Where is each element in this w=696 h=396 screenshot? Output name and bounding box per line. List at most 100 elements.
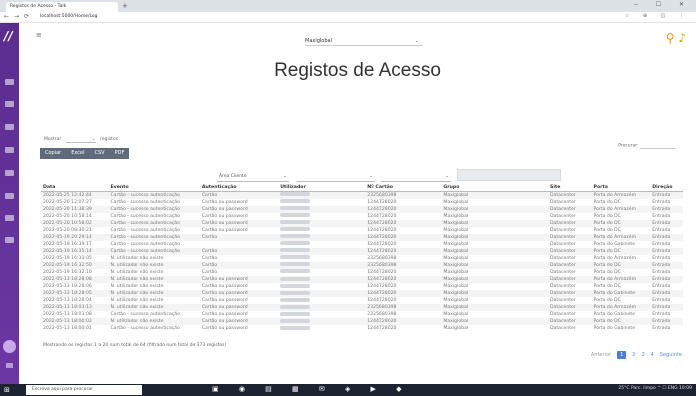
table-cell: 1244728020 bbox=[367, 284, 397, 290]
excel-button[interactable]: Excel bbox=[66, 148, 89, 159]
column-header[interactable]: Utilizador bbox=[278, 184, 366, 192]
group-filter[interactable]: ⌄ bbox=[381, 173, 451, 182]
sidebar-item-groups[interactable] bbox=[5, 170, 14, 176]
table-cell: N. utilizador não existe bbox=[110, 269, 164, 275]
back-icon[interactable]: ← bbox=[4, 13, 9, 20]
table-cell: Datacenter bbox=[548, 290, 592, 298]
table-row[interactable]: 2022-05-19 16:35:14 Cartão - sucesso aute… bbox=[41, 247, 683, 255]
main-content: ≡ Maxiglobal ⌄ ⚲ ♪ Registos de Acesso Mo… bbox=[19, 23, 696, 384]
sidebar-item-doors[interactable] bbox=[5, 147, 14, 153]
table-cell: Datacenter bbox=[550, 269, 576, 275]
table-cell: 1244728020 bbox=[365, 318, 442, 326]
menu-icon[interactable]: ≡ bbox=[36, 31, 42, 39]
page-button-4[interactable]: 4 bbox=[651, 352, 654, 358]
company-select[interactable]: Maxiglobal ⌄ bbox=[305, 36, 423, 46]
table-row[interactable]: 2022-05-19 16:39:17 Cartão - sucesso aute… bbox=[41, 241, 683, 248]
window-controls[interactable]: ‒ ☐ ✕ bbox=[634, 1, 692, 8]
user-filter[interactable]: ⌄ bbox=[297, 173, 375, 182]
table-cell: 2022-05-13 18:00:01 bbox=[43, 326, 92, 332]
pdf-button[interactable]: PDF bbox=[110, 148, 130, 159]
start-button[interactable]: ⊞ bbox=[4, 386, 10, 394]
page-button-1[interactable]: 1 bbox=[617, 351, 627, 359]
table-cell: Cartão ou password bbox=[199, 318, 279, 326]
sidebar-item-dashboard[interactable] bbox=[5, 79, 14, 85]
table-row[interactable]: 2022-05-19 20:29:14 Cartão - sucesso aute… bbox=[41, 233, 683, 241]
next-page-button[interactable]: Seguinte bbox=[660, 352, 682, 358]
table-row[interactable]: 2022-05-19 16:33:05 N. utilizador não exi… bbox=[41, 255, 683, 262]
table-row[interactable]: 2022-05-19 16:32:50 N. utilizador não exi… bbox=[41, 261, 683, 269]
table-row[interactable]: 2022-05-19 16:32:10 N. utilizador não exi… bbox=[41, 269, 683, 276]
table-cell: Maxiglobal bbox=[443, 312, 469, 318]
table-cell: N. utilizador não existe bbox=[108, 290, 200, 298]
column-header[interactable]: Data bbox=[41, 184, 109, 192]
reload-icon[interactable]: ⟳ bbox=[24, 13, 29, 20]
table-row[interactable]: 2022-05-13 18:00:02 N. utilizador não exi… bbox=[41, 318, 683, 326]
table-cell bbox=[278, 311, 365, 318]
prev-page-button[interactable]: Anterior bbox=[591, 352, 611, 358]
table-row[interactable]: 2022-05-13 18:28:04 N. utilizador não exi… bbox=[41, 297, 683, 304]
area-filter[interactable]: Área Cliente ⌄ bbox=[217, 173, 289, 182]
date-range-input[interactable] bbox=[457, 169, 561, 181]
taskbar-search-input[interactable]: Escreva aqui para procurar bbox=[26, 385, 142, 395]
column-header[interactable]: Site bbox=[548, 184, 592, 192]
browser-tab[interactable]: Registos de Acesso - Talk bbox=[6, 2, 118, 12]
sidebar-item-access[interactable] bbox=[5, 124, 14, 130]
sidebar-item-sites[interactable] bbox=[5, 193, 14, 199]
copy-button[interactable]: Copiar bbox=[40, 148, 66, 159]
table-cell: Cartão - sucesso autenticação bbox=[108, 233, 200, 241]
table-cell: Porta do Armazém bbox=[593, 255, 637, 261]
header-icons[interactable]: ⚲ ♪ bbox=[666, 31, 686, 45]
column-header[interactable]: Evento bbox=[108, 184, 200, 192]
column-header[interactable]: Grupo bbox=[441, 184, 549, 192]
forward-icon[interactable]: → bbox=[14, 13, 19, 20]
table-cell: Datacenter bbox=[548, 191, 592, 199]
table-row[interactable]: 2022-05-20 11:38:39 Cartão - sucesso aute… bbox=[41, 205, 683, 213]
avatar[interactable] bbox=[3, 340, 16, 353]
table-cell: 2022-05-20 10:58:14 bbox=[43, 213, 92, 219]
logout-icon[interactable] bbox=[6, 363, 13, 368]
table-cell: Datacenter bbox=[550, 213, 576, 219]
extension-icons[interactable]: ☆ ⊕ ◫ ⋮ bbox=[625, 13, 690, 19]
table-cell: Porta do Gabinete bbox=[591, 290, 651, 298]
table-row[interactable]: 2022-05-25 12:42:44 Cartão - sucesso aute… bbox=[41, 191, 683, 199]
csv-button[interactable]: CSV bbox=[89, 148, 109, 159]
table-row[interactable]: 2022-05-13 18:28:06 N. utilizador não exi… bbox=[41, 283, 683, 290]
table-row[interactable]: 2022-05-13 18:03:08 Cartão - sucesso aute… bbox=[41, 311, 683, 318]
new-tab-button[interactable]: + bbox=[122, 2, 128, 10]
url-field[interactable]: localhost:5000/Home/Log bbox=[40, 14, 98, 19]
page-button-2[interactable]: 2 bbox=[632, 352, 635, 358]
system-tray[interactable]: 25°C Parc. limpo ^ ☐ ENG 10:09 bbox=[618, 386, 692, 391]
column-header[interactable]: Nº Cartão bbox=[365, 184, 442, 192]
table-row[interactable]: 2022-05-20 12:07:27 Cartão - sucesso aute… bbox=[41, 199, 683, 206]
page-button-3[interactable]: 3 bbox=[641, 352, 644, 358]
table-cell: Entrada bbox=[652, 326, 671, 332]
table-cell: Cartão - sucesso autenticação bbox=[108, 205, 200, 213]
table-cell: Cartão - sucesso autenticação bbox=[110, 199, 180, 205]
table-row[interactable]: 2022-05-13 18:03:13 N. utilizador não exi… bbox=[41, 304, 683, 312]
table-row[interactable]: 2022-05-13 18:28:05 N. utilizador não exi… bbox=[41, 290, 683, 298]
redacted-user bbox=[280, 318, 311, 323]
search-input[interactable] bbox=[640, 141, 676, 149]
taskbar-apps[interactable]: ▣ ◉ ▤ ▦ ✉ ◈ ▶ ◆ bbox=[212, 385, 411, 393]
table-row[interactable]: 2022-05-13 18:00:01 Cartão - sucesso aute… bbox=[41, 325, 683, 332]
sidebar-item-settings[interactable] bbox=[5, 237, 14, 243]
page-length-select[interactable]: ⌄ bbox=[65, 137, 96, 143]
table-row[interactable]: 2022-05-13 18:28:08 N. utilizador não exi… bbox=[41, 276, 683, 284]
table-cell: Cartão - sucesso autenticação bbox=[108, 191, 200, 199]
table-cell: Entrada bbox=[652, 298, 671, 304]
column-header[interactable]: Direção bbox=[650, 184, 683, 192]
table-row[interactable]: 2022-05-20 10:58:14 Cartão - sucesso aute… bbox=[41, 213, 683, 220]
table-cell: Cartão - sucesso autenticação bbox=[110, 213, 180, 219]
table-cell bbox=[278, 247, 366, 255]
search-label: Procurar: bbox=[618, 143, 639, 149]
redacted-user bbox=[280, 206, 311, 211]
table-row[interactable]: 2022-05-20 08:30:21 Cartão - sucesso aute… bbox=[41, 227, 683, 234]
table-cell: 2022-05-13 18:28:04 bbox=[43, 298, 92, 304]
redacted-user bbox=[280, 199, 311, 204]
table-row[interactable]: 2022-05-20 10:58:02 Cartão - sucesso aute… bbox=[41, 219, 683, 227]
sidebar-item-logs[interactable] bbox=[5, 215, 14, 221]
sidebar-item-users[interactable] bbox=[5, 101, 14, 107]
table-cell: Maxiglobal bbox=[443, 213, 469, 219]
column-header[interactable]: Autenticação bbox=[199, 184, 279, 192]
column-header[interactable]: Porta bbox=[591, 184, 651, 192]
